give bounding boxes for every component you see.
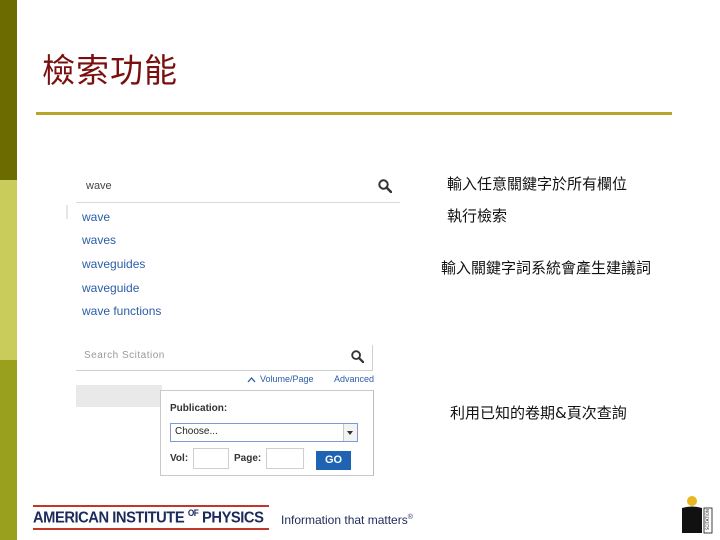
suggestion-item[interactable]: waveguide xyxy=(82,281,139,295)
grey-band xyxy=(76,385,162,407)
scitation-search-box[interactable]: Search Scitation xyxy=(76,345,373,371)
volume-page-link[interactable]: Volume/Page xyxy=(260,374,314,384)
aip-logo-rule-top xyxy=(33,505,269,507)
annotation-execute-search: 執行檢索 xyxy=(447,207,508,225)
volume-page-form: Publication: Choose... Vol: Page: GO xyxy=(160,390,374,476)
volume-label: Vol: xyxy=(170,453,189,464)
page-input[interactable] xyxy=(266,448,304,469)
slide-title: 檢索功能 xyxy=(42,51,178,90)
annotation-all-fields: 輸入任意關鍵字於所有欄位 xyxy=(447,175,628,193)
aip-of: OF xyxy=(187,508,199,518)
search-icon[interactable] xyxy=(351,350,364,363)
search-placeholder: Search Scitation xyxy=(84,350,165,361)
suggestion-item[interactable]: wave functions xyxy=(82,304,161,318)
go-button[interactable]: GO xyxy=(316,451,351,470)
search-underline xyxy=(76,202,400,203)
suggestion-item[interactable]: waves xyxy=(82,233,116,247)
page-label: Page: xyxy=(234,453,262,464)
aip-name-part1: AMERICAN INSTITUTE xyxy=(33,509,185,527)
search-input[interactable]: wave xyxy=(86,180,112,192)
citation-search-panel: Search Scitation Volume/Page Advanced Pu… xyxy=(76,345,374,476)
aip-logo-rule-bottom xyxy=(33,528,269,530)
publication-label: Publication: xyxy=(170,403,228,414)
aip-logo: AMERICAN INSTITUTE OF PHYSICS xyxy=(33,508,264,527)
chevron-up-icon xyxy=(247,377,256,383)
publication-select-value: Choose... xyxy=(175,426,218,437)
tagline-text: Information that matters xyxy=(281,513,408,527)
decor-bar-top xyxy=(0,0,17,180)
chevron-down-icon[interactable] xyxy=(343,424,357,441)
suggestion-item[interactable]: wave xyxy=(82,210,110,224)
publication-select[interactable]: Choose... xyxy=(170,423,358,442)
aip-name-part2: PHYSICS xyxy=(202,509,264,527)
logo-text: SCITATION xyxy=(705,509,710,530)
decor-bar-middle xyxy=(0,180,17,360)
registered-mark: ® xyxy=(407,514,413,521)
volume-input[interactable] xyxy=(193,448,229,469)
annotation-volume-page: 利用已知的卷期&頁次查詢 xyxy=(450,404,627,422)
aip-tagline: Information that matters® xyxy=(281,513,413,527)
decor-bar-bottom xyxy=(0,360,17,540)
autocomplete-search-panel: wave wave waves waveguides waveguide wav… xyxy=(76,170,400,326)
decor-accent xyxy=(66,205,68,219)
suggestion-item[interactable]: waveguides xyxy=(82,257,145,271)
annotation-suggestions: 輸入關鍵字詞系統會產生建議詞 xyxy=(441,259,652,277)
title-divider xyxy=(36,112,672,115)
advanced-search-link[interactable]: Advanced xyxy=(334,374,374,384)
scitation-info-logo: SCITATION xyxy=(682,496,713,534)
search-icon[interactable] xyxy=(378,179,392,193)
